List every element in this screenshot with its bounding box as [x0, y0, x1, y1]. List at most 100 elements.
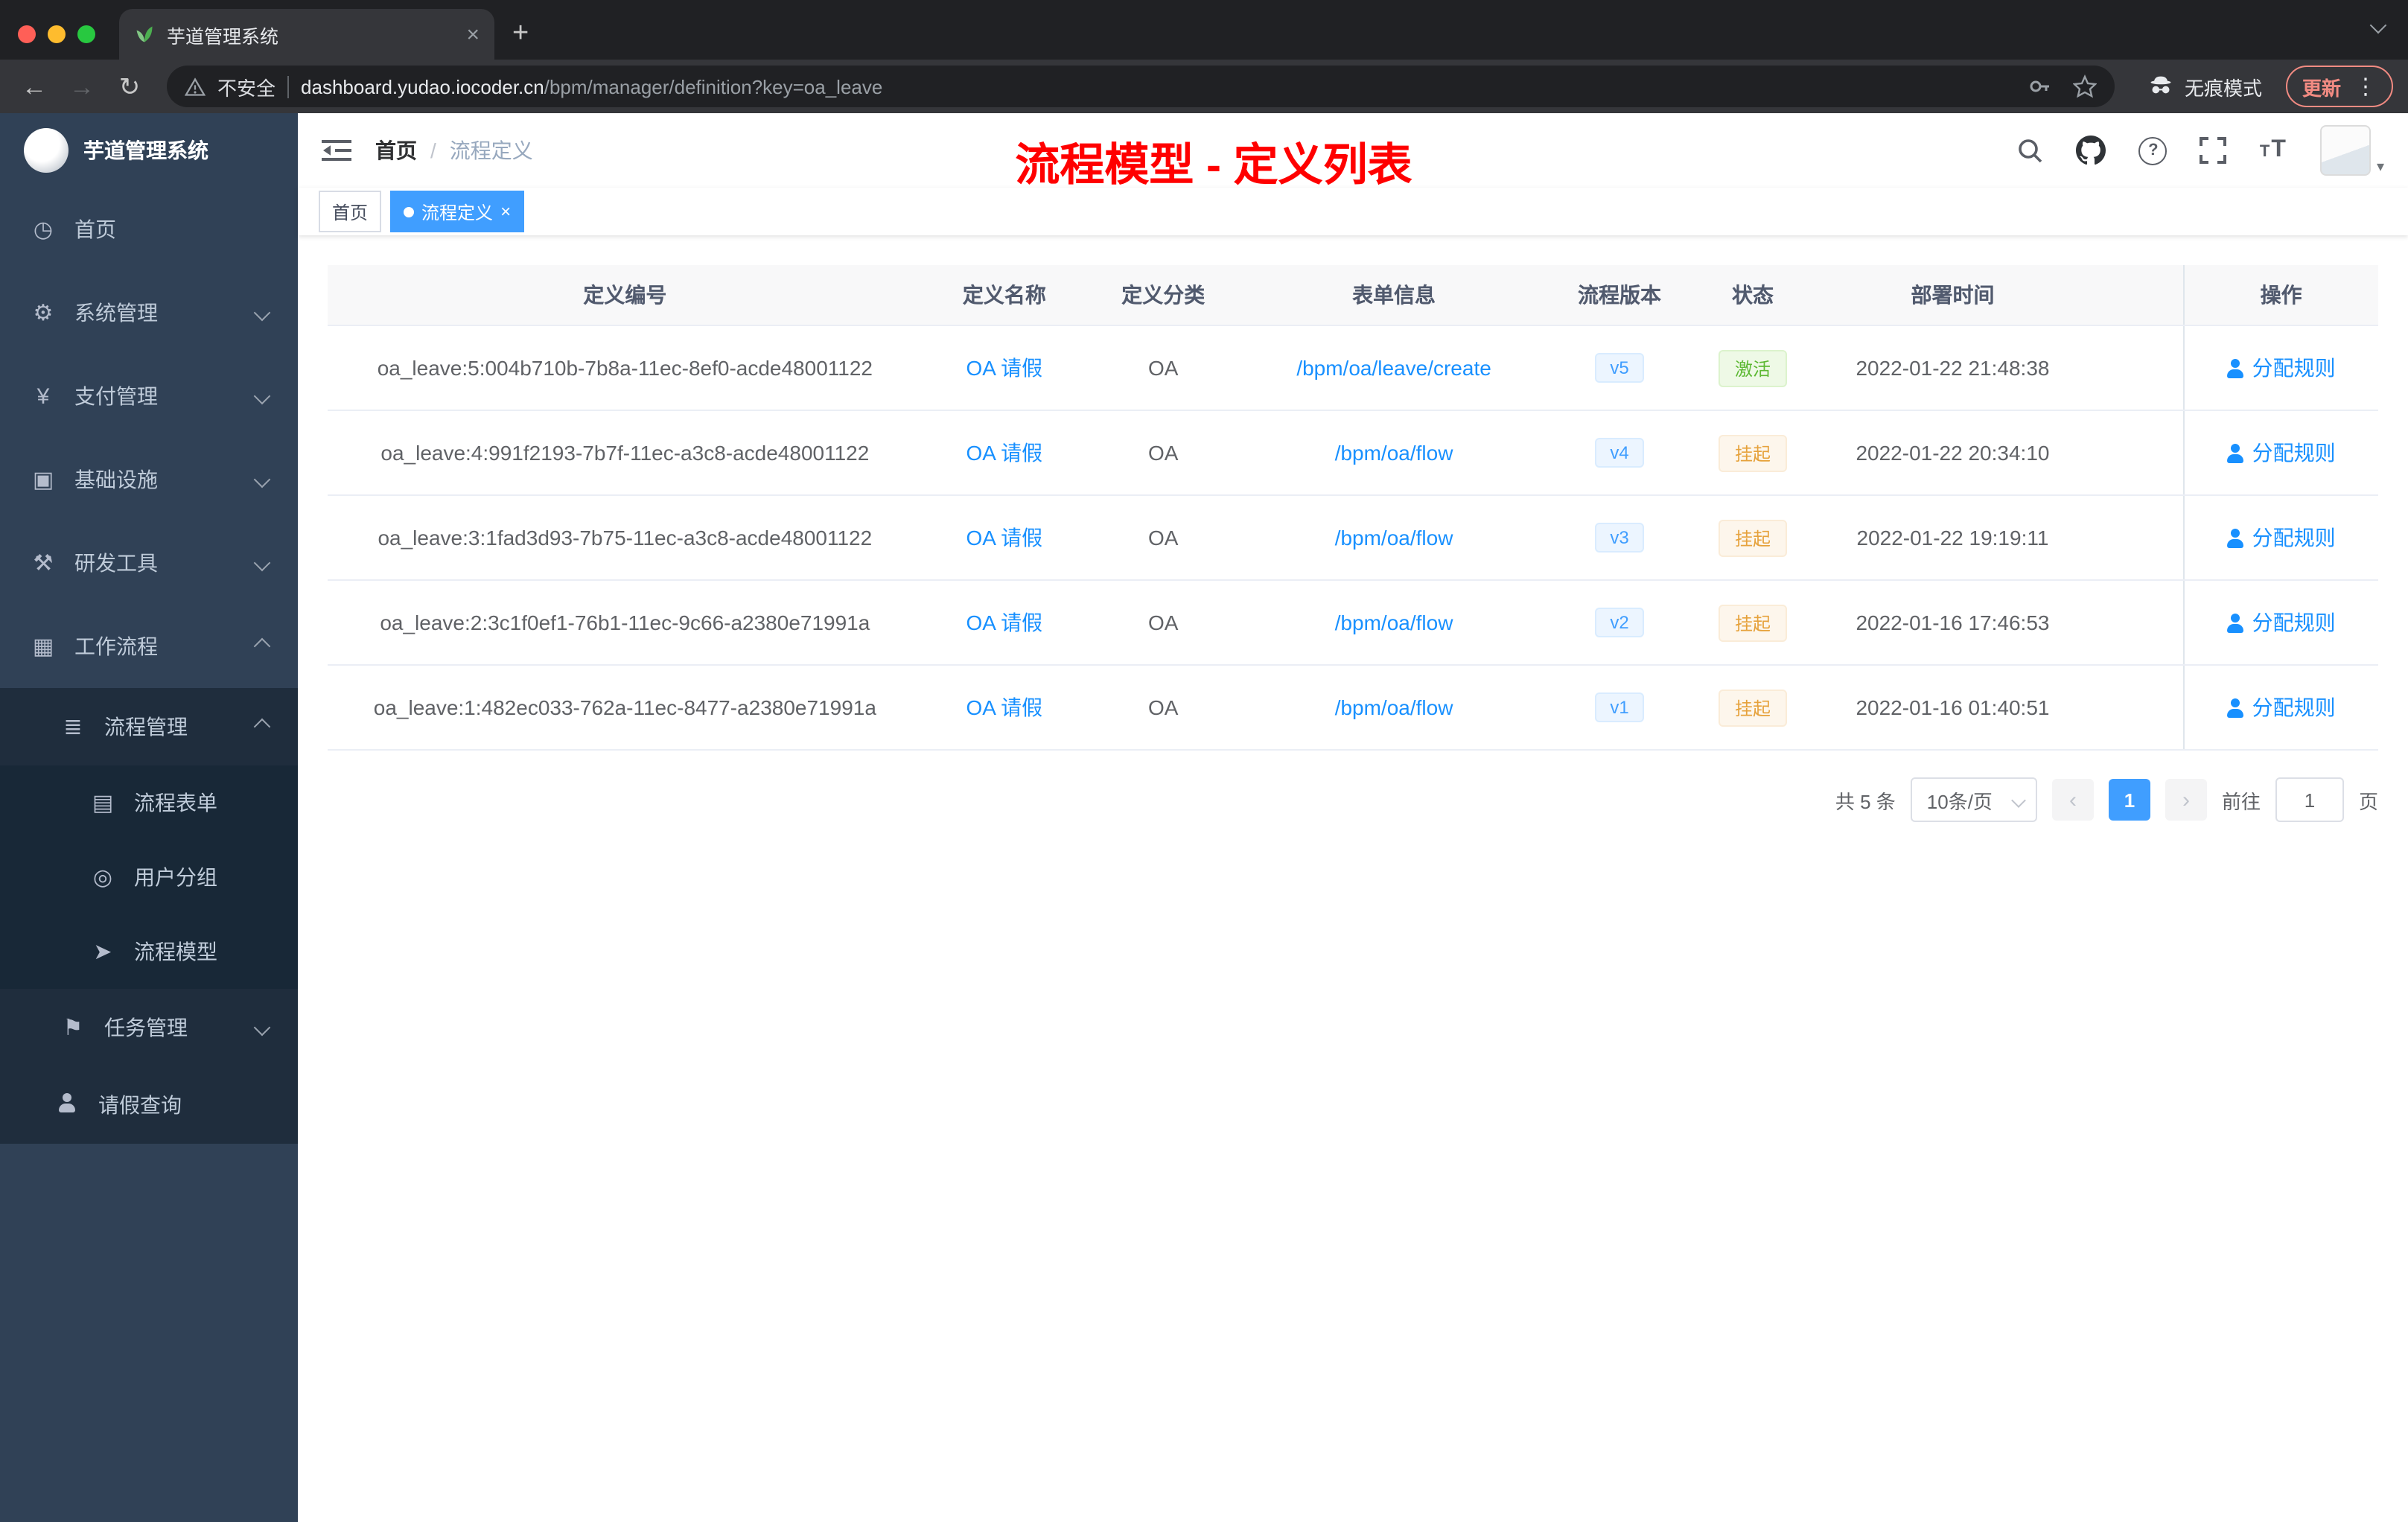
sidebar-item-user-group[interactable]: ◎ 用户分组 — [0, 840, 298, 914]
sidebar-item-payment-management[interactable]: ¥ 支付管理 — [0, 354, 298, 438]
definition-name-link[interactable]: OA 请假 — [966, 356, 1042, 380]
breadcrumb-home[interactable]: 首页 — [375, 136, 417, 165]
column-header-version: 流程版本 — [1547, 265, 1692, 326]
assign-rule-link[interactable]: 分配规则 — [2227, 438, 2336, 468]
status-badge: 挂起 — [1718, 519, 1787, 556]
sidebar-item-task-management[interactable]: ⚑ 任务管理 — [0, 989, 298, 1066]
github-icon[interactable] — [2076, 136, 2106, 165]
breadcrumb-current: 流程定义 — [449, 138, 533, 162]
definition-name-link[interactable]: OA 请假 — [966, 526, 1042, 550]
sidebar-item-dev-tools[interactable]: ⚒ 研发工具 — [0, 521, 298, 605]
status-badge: 挂起 — [1718, 434, 1787, 471]
prev-page-button[interactable]: ‹ — [2051, 779, 2094, 821]
browser-tab[interactable]: 芋道管理系统 × — [119, 9, 494, 60]
tag-home[interactable]: 首页 — [319, 191, 382, 232]
close-window-button[interactable] — [18, 25, 36, 43]
assign-rule-link[interactable]: 分配规则 — [2227, 353, 2336, 383]
sidebar-item-infrastructure[interactable]: ▣ 基础设施 — [0, 438, 298, 521]
sidebar-item-home[interactable]: ◷ 首页 — [0, 188, 298, 271]
minimize-window-button[interactable] — [48, 25, 66, 43]
definition-table: 定义编号 定义名称 定义分类 表单信息 流程版本 状态 部署时间 操作 oa_l… — [328, 265, 2378, 751]
definition-name-link[interactable]: OA 请假 — [966, 611, 1042, 634]
workflow-submenu: ≣ 流程管理 ▤ 流程表单 ◎ 用户分组 ➤ 流程模型 ⚑ 任务管理 请假查询 — [0, 688, 298, 1144]
sidebar-logo[interactable]: 芋道管理系统 — [0, 113, 298, 188]
form-link[interactable]: /bpm/oa/leave/create — [1296, 356, 1491, 380]
dashboard-icon: ◷ — [33, 217, 54, 243]
forward-button[interactable]: → — [63, 74, 101, 99]
goto-unit-label: 页 — [2358, 790, 2378, 812]
cell-definition-id: oa_leave:2:3c1f0ef1-76b1-11ec-9c66-a2380… — [328, 580, 923, 666]
table-row: oa_leave:1:482ec033-762a-11ec-8477-a2380… — [328, 665, 2378, 751]
web-page: 芋道管理系统 ◷ 首页 ⚙ 系统管理 ¥ 支付管理 ▣ 基础设施 ⚒ 研发工具 … — [0, 113, 2408, 1522]
definition-name-link[interactable]: OA 请假 — [966, 441, 1042, 465]
assign-rule-link[interactable]: 分配规则 — [2227, 608, 2336, 637]
person-icon — [54, 1092, 80, 1118]
model-icon: ➤ — [93, 940, 112, 965]
definition-name-link[interactable]: OA 请假 — [966, 695, 1042, 719]
font-size-icon[interactable]: TT — [2260, 137, 2287, 164]
form-link[interactable]: /bpm/oa/flow — [1335, 611, 1453, 634]
browser-update-button[interactable]: 更新 ⋮ — [2285, 66, 2393, 107]
cell-deploy-time: 2022-01-22 20:34:10 — [1814, 410, 2092, 496]
cell-deploy-time: 2022-01-22 19:19:11 — [1814, 495, 2092, 581]
flag-icon: ⚑ — [63, 1016, 83, 1041]
sidebar-item-workflow[interactable]: ▦ 工作流程 — [0, 605, 298, 688]
assign-rule-link[interactable]: 分配规则 — [2227, 523, 2336, 553]
incognito-badge: 无痕模式 — [2147, 72, 2262, 101]
list-icon: ≣ — [63, 715, 83, 740]
reload-button[interactable]: ↻ — [110, 74, 149, 99]
sidebar-item-system-management[interactable]: ⚙ 系统管理 — [0, 271, 298, 354]
url-text[interactable]: dashboard.yudao.iocoder.cn/bpm/manager/d… — [301, 75, 882, 98]
cell-category: OA — [1086, 410, 1240, 496]
tag-close-icon[interactable]: × — [500, 203, 511, 220]
form-link[interactable]: /bpm/oa/flow — [1335, 441, 1453, 465]
version-badge: v2 — [1595, 608, 1644, 637]
back-button[interactable]: ← — [15, 74, 54, 99]
status-badge: 挂起 — [1718, 604, 1787, 641]
current-page-button[interactable]: 1 — [2108, 779, 2150, 821]
logo-avatar — [24, 128, 69, 173]
bookmark-star-icon[interactable] — [2072, 74, 2097, 98]
pagination-total: 共 5 条 — [1835, 790, 1896, 812]
annotation-title: 流程模型 - 定义列表 — [1015, 141, 1412, 191]
tag-process-definition[interactable]: 流程定义 × — [390, 191, 525, 232]
yen-icon: ¥ — [36, 383, 50, 409]
user-group-icon: ◎ — [92, 865, 113, 891]
omnibox-divider — [287, 75, 290, 98]
assign-rule-link[interactable]: 分配规则 — [2227, 692, 2336, 722]
form-link[interactable]: /bpm/oa/flow — [1335, 526, 1453, 550]
tab-search-icon[interactable] — [2369, 12, 2387, 39]
new-tab-button[interactable]: + — [512, 19, 529, 48]
tab-close-icon[interactable]: × — [466, 23, 480, 45]
browser-menu-icon[interactable]: ⋮ — [2354, 73, 2377, 100]
page-size-select[interactable]: 10条/页 — [1910, 777, 2037, 822]
avatar-image — [2319, 125, 2371, 176]
password-key-icon[interactable] — [2028, 74, 2052, 98]
person-icon — [2227, 528, 2245, 547]
sidebar-item-process-form[interactable]: ▤ 流程表单 — [0, 765, 298, 840]
sidebar-collapse-button[interactable] — [322, 137, 351, 164]
search-icon[interactable] — [2017, 137, 2044, 164]
chevron-down-icon — [253, 387, 271, 405]
next-page-button[interactable]: › — [2165, 779, 2207, 821]
person-icon — [2227, 613, 2245, 632]
tab-strip: 芋道管理系统 × + — [0, 0, 2408, 60]
person-icon — [2227, 358, 2245, 378]
table-row: oa_leave:5:004b710b-7b8a-11ec-8ef0-acde4… — [328, 325, 2378, 411]
tags-view: 首页 流程定义 × — [298, 188, 2408, 235]
sidebar-item-process-management[interactable]: ≣ 流程管理 — [0, 688, 298, 765]
content-area: 定义编号 定义名称 定义分类 表单信息 流程版本 状态 部署时间 操作 oa_l… — [298, 235, 2408, 1522]
form-link[interactable]: /bpm/oa/flow — [1335, 695, 1453, 719]
cell-category: OA — [1086, 580, 1240, 666]
help-icon[interactable]: ? — [2138, 136, 2167, 165]
sidebar-item-leave-query[interactable]: 请假查询 — [0, 1066, 298, 1144]
security-label[interactable]: 不安全 — [217, 72, 275, 101]
page-goto-input[interactable] — [2275, 777, 2344, 822]
address-bar[interactable]: 不安全 dashboard.yudao.iocoder.cn/bpm/manag… — [167, 66, 2115, 107]
zoom-window-button[interactable] — [77, 25, 95, 43]
sidebar-item-process-model[interactable]: ➤ 流程模型 — [0, 914, 298, 989]
table-row: oa_leave:2:3c1f0ef1-76b1-11ec-9c66-a2380… — [328, 580, 2378, 666]
fullscreen-icon[interactable] — [2200, 137, 2227, 164]
chevron-down-icon — [253, 1019, 271, 1037]
user-avatar[interactable]: ▾ — [2319, 125, 2384, 176]
